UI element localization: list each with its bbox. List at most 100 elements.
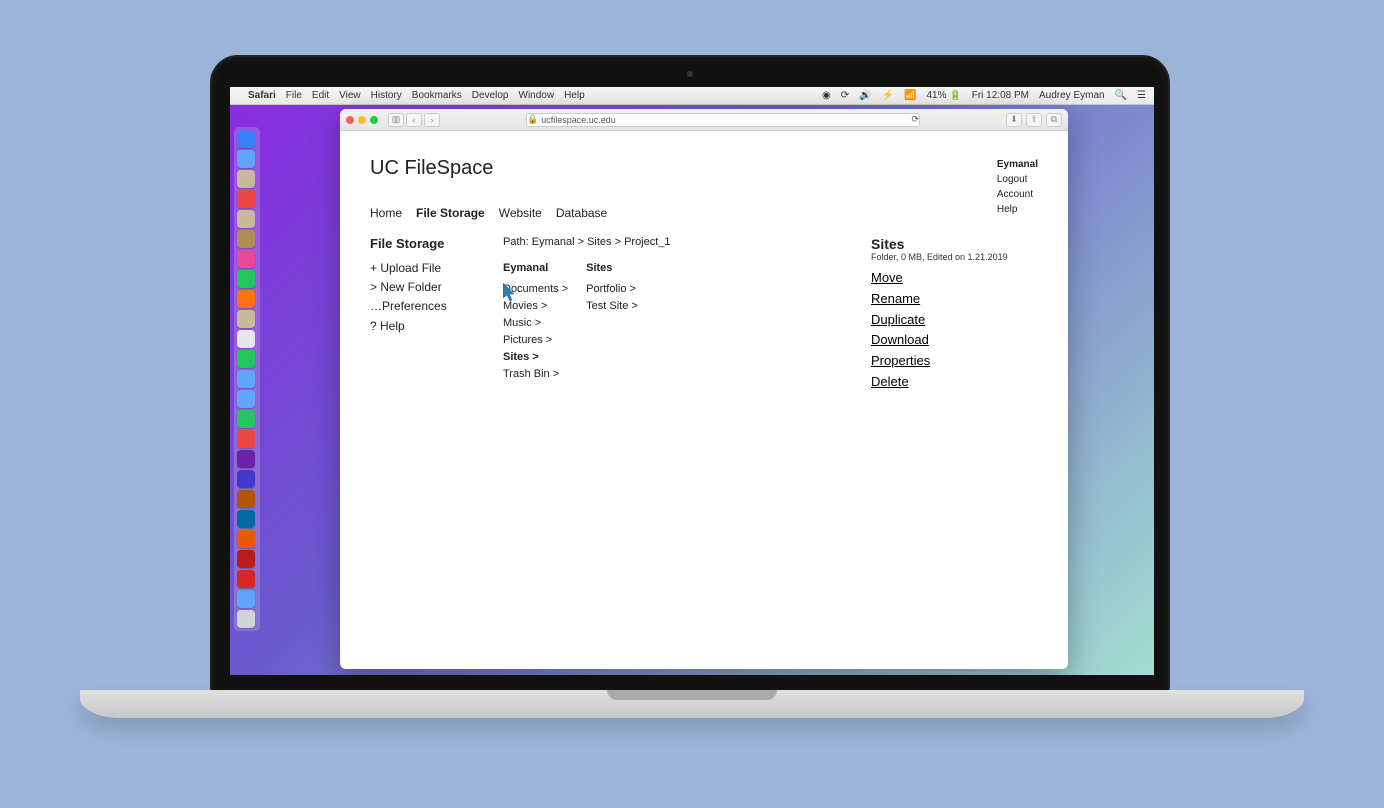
folder-documents[interactable]: Documents > — [503, 281, 568, 298]
folder-trash[interactable]: Trash Bin > — [503, 366, 568, 383]
sidebar-toggle-button[interactable]: ▥ — [388, 113, 404, 127]
dock-app-20[interactable] — [237, 530, 255, 548]
dock-app-6[interactable] — [237, 250, 255, 268]
menubar-clock[interactable]: Fri 12:08 PM — [972, 90, 1029, 101]
desktop-screen: Safari File Edit View History Bookmarks … — [230, 87, 1154, 675]
macos-menubar: Safari File Edit View History Bookmarks … — [230, 87, 1154, 105]
laptop-camera — [687, 71, 693, 77]
action-move[interactable]: Move — [871, 268, 1008, 289]
preferences-link[interactable]: …Preferences — [370, 297, 475, 316]
user-menu-name: Eymanal — [997, 157, 1038, 172]
url-text: ucfilespace.uc.edu — [541, 115, 616, 125]
action-duplicate[interactable]: Duplicate — [871, 310, 1008, 331]
control-center-icon[interactable]: ☰ — [1137, 90, 1146, 101]
dock-app-13[interactable] — [237, 390, 255, 408]
file-storage-sidebar: File Storage + Upload File > New Folder … — [370, 236, 475, 393]
laptop-bezel: Safari File Edit View History Bookmarks … — [210, 55, 1170, 695]
dock-app-1[interactable] — [237, 150, 255, 168]
action-rename[interactable]: Rename — [871, 289, 1008, 310]
breadcrumb[interactable]: Path: Eymanal > Sites > Project_1 — [503, 236, 823, 248]
dock-app-23[interactable] — [237, 590, 255, 608]
menubar-item-help[interactable]: Help — [564, 90, 585, 101]
upload-file-button[interactable]: + Upload File — [370, 259, 475, 278]
menubar-item-bookmarks[interactable]: Bookmarks — [412, 90, 462, 101]
dock-app-15[interactable] — [237, 430, 255, 448]
spotlight-icon[interactable]: 🔍 — [1115, 90, 1127, 101]
help-link[interactable]: ? Help — [370, 317, 475, 336]
column-header: Sites — [586, 260, 638, 277]
menubar-item-edit[interactable]: Edit — [312, 90, 329, 101]
tab-file-storage[interactable]: File Storage — [416, 206, 485, 220]
menubar-item-window[interactable]: Window — [519, 90, 555, 101]
menubar-status-icon[interactable]: ⟳ — [841, 90, 849, 101]
dock-app-11[interactable] — [237, 350, 255, 368]
minimize-window-button[interactable] — [358, 116, 366, 124]
reload-icon[interactable]: ⟳ — [911, 114, 919, 125]
dock-app-8[interactable] — [237, 290, 255, 308]
tabs-button[interactable]: ⧉ — [1046, 113, 1062, 127]
tab-website[interactable]: Website — [499, 206, 542, 220]
dock-app-22[interactable] — [237, 570, 255, 588]
back-button[interactable]: ‹ — [406, 113, 422, 127]
action-properties[interactable]: Properties — [871, 351, 1008, 372]
menubar-item-view[interactable]: View — [339, 90, 361, 101]
folder-sites[interactable]: Sites > — [503, 349, 568, 366]
laptop-notch — [607, 690, 777, 700]
menubar-wifi-icon[interactable]: 📶 — [904, 90, 916, 101]
menubar-bluetooth-icon[interactable]: ⚡ — [882, 90, 894, 101]
new-folder-button[interactable]: > New Folder — [370, 278, 475, 297]
tab-home[interactable]: Home — [370, 206, 402, 220]
dock-app-14[interactable] — [237, 410, 255, 428]
menubar-item-file[interactable]: File — [286, 90, 302, 101]
folder-pictures[interactable]: Pictures > — [503, 332, 568, 349]
dock-app-0[interactable] — [237, 130, 255, 148]
dock-app-21[interactable] — [237, 550, 255, 568]
dock-app-17[interactable] — [237, 470, 255, 488]
menubar-item-history[interactable]: History — [371, 90, 402, 101]
window-controls — [346, 116, 378, 124]
details-panel: Sites Folder, 0 MB, Edited on 1.21.2019 … — [871, 236, 1008, 393]
folder-portfolio[interactable]: Portfolio > — [586, 281, 638, 298]
menubar-user[interactable]: Audrey Eyman — [1039, 90, 1105, 101]
download-button[interactable]: ⬇ — [1006, 113, 1022, 127]
dock-app-19[interactable] — [237, 510, 255, 528]
dock-app-16[interactable] — [237, 450, 255, 468]
folder-movies[interactable]: Movies > — [503, 298, 568, 315]
user-menu-logout[interactable]: Logout — [997, 172, 1038, 187]
menubar-app-name[interactable]: Safari — [248, 90, 276, 101]
folder-testsite[interactable]: Test Site > — [586, 298, 638, 315]
action-delete[interactable]: Delete — [871, 372, 1008, 393]
tab-database[interactable]: Database — [556, 206, 607, 220]
menubar-item-develop[interactable]: Develop — [472, 90, 509, 101]
menubar-battery[interactable]: 41% 🔋 — [926, 90, 961, 101]
dock-app-5[interactable] — [237, 230, 255, 248]
page-title: UC FileSpace — [370, 157, 1038, 180]
dock-app-12[interactable] — [237, 370, 255, 388]
file-browser: Path: Eymanal > Sites > Project_1 Eymana… — [503, 236, 823, 393]
dock-app-2[interactable] — [237, 170, 255, 188]
user-menu-account[interactable]: Account — [997, 187, 1038, 202]
user-menu: Eymanal Logout Account Help — [997, 157, 1038, 217]
column-eymanal: Eymanal Documents > Movies > Music > Pic… — [503, 260, 568, 383]
folder-music[interactable]: Music > — [503, 315, 568, 332]
menubar-volume-icon[interactable]: 🔊 — [859, 90, 871, 101]
details-title: Sites — [871, 236, 1008, 252]
close-window-button[interactable] — [346, 116, 354, 124]
forward-button[interactable]: › — [424, 113, 440, 127]
share-button[interactable]: ⇪ — [1026, 113, 1042, 127]
maximize-window-button[interactable] — [370, 116, 378, 124]
dock-app-3[interactable] — [237, 190, 255, 208]
dock — [234, 127, 260, 631]
dock-app-7[interactable] — [237, 270, 255, 288]
dock-app-9[interactable] — [237, 310, 255, 328]
menubar-status-icon[interactable]: ◉ — [822, 90, 831, 101]
url-bar[interactable]: 🔒 ucfilespace.uc.edu ⟳ — [526, 113, 920, 127]
dock-app-24[interactable] — [237, 610, 255, 628]
laptop-frame: Safari File Edit View History Bookmarks … — [80, 55, 1304, 735]
dock-app-4[interactable] — [237, 210, 255, 228]
dock-app-18[interactable] — [237, 490, 255, 508]
nav-tabs: Home File Storage Website Database — [370, 206, 1038, 220]
action-download[interactable]: Download — [871, 330, 1008, 351]
user-menu-help[interactable]: Help — [997, 202, 1038, 217]
dock-app-10[interactable] — [237, 330, 255, 348]
